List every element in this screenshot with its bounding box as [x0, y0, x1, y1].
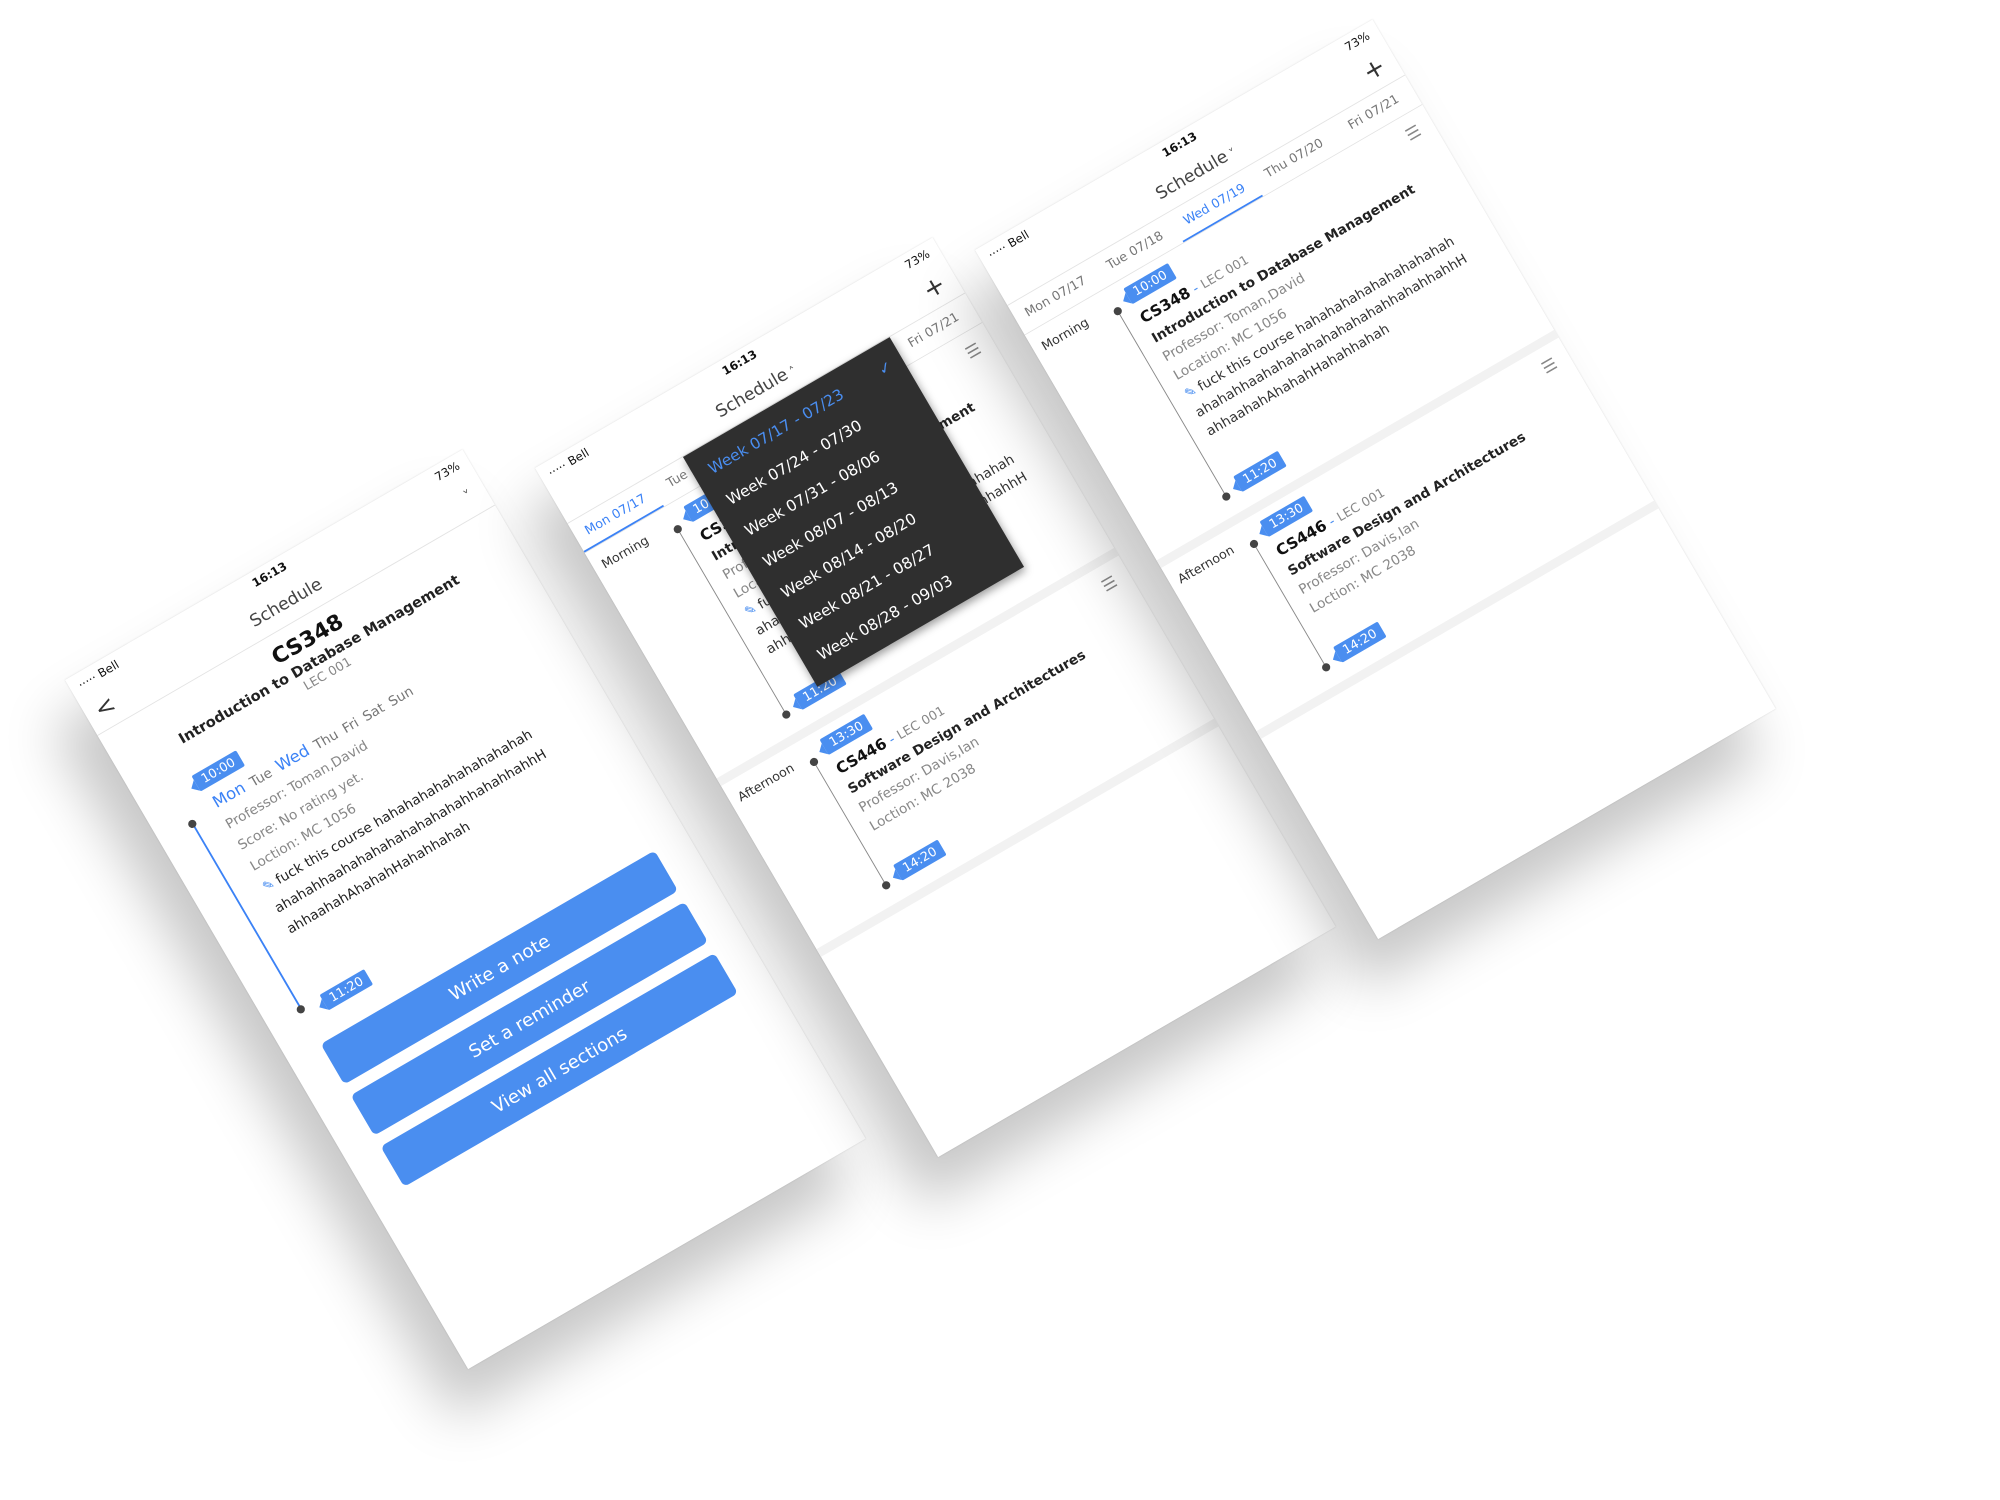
end-time-tag: 11:20 — [319, 968, 374, 1011]
mockup-scene: ····· Bell 16:13 73% < Schedule ˅ CS348 … — [0, 0, 2000, 1500]
menu-icon[interactable]: ☰ — [1402, 122, 1424, 146]
end-time-tag: 14:20 — [1333, 621, 1387, 663]
day-fri: Fri — [339, 714, 362, 737]
menu-icon[interactable]: ☰ — [1539, 354, 1561, 378]
start-dot — [1248, 538, 1260, 550]
start-dot — [186, 818, 198, 830]
menu-icon[interactable]: ☰ — [962, 340, 984, 364]
end-dot — [780, 709, 792, 721]
end-time-tag: 14:20 — [893, 839, 947, 881]
end-dot — [1220, 491, 1232, 503]
menu-icon[interactable]: ☰ — [1099, 572, 1121, 596]
morning-label: Morning — [599, 533, 652, 573]
morning-label: Morning — [1039, 315, 1092, 355]
start-dot — [1112, 305, 1124, 317]
check-icon: ✓ — [875, 357, 896, 380]
start-dot — [672, 523, 684, 535]
day-sat: Sat — [359, 699, 388, 725]
end-dot — [1320, 661, 1332, 673]
end-dot — [295, 1003, 307, 1015]
end-dot — [880, 879, 892, 891]
start-dot — [808, 756, 820, 768]
end-time-tag: 11:20 — [1233, 450, 1288, 493]
